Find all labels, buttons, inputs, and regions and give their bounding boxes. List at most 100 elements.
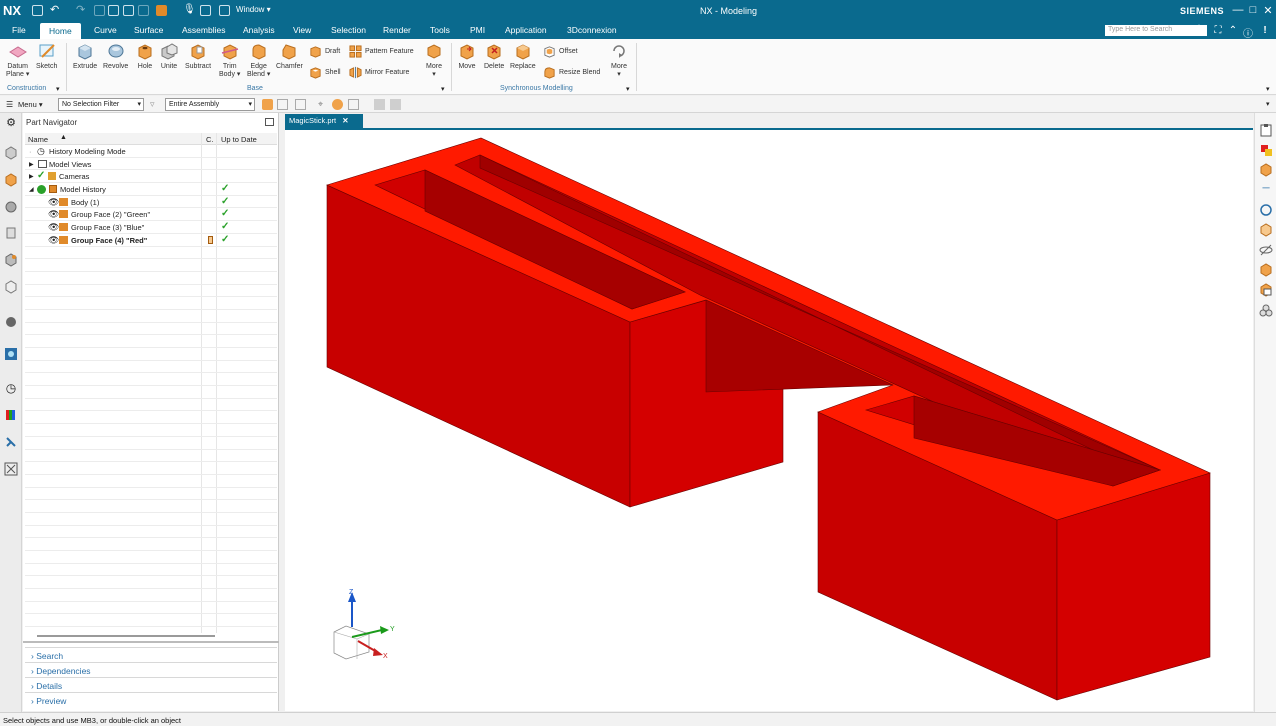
visible-eye-icon[interactable]: 👁 (48, 222, 59, 233)
chamfer-button[interactable]: Chamfer (276, 42, 303, 70)
menu-button[interactable]: Menu ▾ (18, 100, 43, 109)
details-panel[interactable]: › Details (25, 677, 277, 692)
filter-icon[interactable]: ▿ (150, 99, 161, 110)
construction-group-menu[interactable]: ▾ (56, 85, 60, 93)
redo-icon[interactable]: ↷ (76, 3, 87, 16)
tab-file[interactable]: File (12, 25, 26, 35)
tab-analysis[interactable]: Analysis (243, 25, 275, 35)
section-view-icon[interactable] (1259, 283, 1273, 297)
selection-scope-dropdown[interactable]: Entire Assembly ▾ (165, 98, 255, 111)
copy-icon[interactable] (108, 5, 119, 16)
orient-view-icon[interactable] (1259, 223, 1273, 237)
replace-face-button[interactable]: Replace (510, 42, 536, 70)
tab-pmi[interactable]: PMI (470, 25, 485, 35)
offset-button[interactable]: Offset (543, 45, 578, 58)
maximize-panel-icon[interactable] (265, 118, 274, 126)
save-icon[interactable] (32, 5, 43, 16)
tree-row[interactable]: 👁 Group Face (4) "Red" ✓ (25, 234, 277, 247)
tab-3dconnexion[interactable]: 3Dconnexion (567, 25, 617, 35)
mirror-feature-button[interactable]: Mirror Feature (349, 66, 409, 79)
hole-button[interactable]: Hole (136, 42, 154, 70)
reuse-library-icon[interactable] (4, 200, 18, 214)
sketch-button[interactable]: Sketch (36, 42, 57, 70)
show-hide-icon[interactable] (374, 99, 385, 110)
window-menu[interactable]: Window ▾ (236, 5, 271, 14)
hide-icon[interactable] (1259, 243, 1273, 257)
ribbon-options-menu[interactable]: ▾ (1266, 85, 1270, 93)
move-face-button[interactable]: Move (458, 42, 476, 70)
tab-assemblies[interactable]: Assemblies (182, 25, 225, 35)
datum-plane-button[interactable]: Datum Plane ▾ (6, 42, 29, 79)
close-tab-icon[interactable]: ✕ (342, 116, 348, 125)
search-panel[interactable]: › Search (25, 647, 277, 662)
tab-curve[interactable]: Curve (94, 25, 117, 35)
revolve-button[interactable]: Revolve (103, 42, 128, 70)
tree-row[interactable]: · ◷ History Modeling Mode (25, 145, 277, 158)
undo-icon[interactable]: ↶ (50, 3, 61, 16)
toolbar-options-menu[interactable]: ▾ (1266, 100, 1270, 108)
delete-face-button[interactable]: Delete (484, 42, 504, 70)
hamburger-icon[interactable]: ☰ (6, 100, 13, 109)
select-component-icon[interactable] (332, 99, 343, 110)
expand-icon[interactable]: ▶ (29, 173, 34, 180)
sync-group-menu[interactable]: ▾ (626, 85, 630, 93)
visible-eye-icon[interactable]: 👁 (48, 235, 59, 246)
clock-icon[interactable]: ◷ (4, 381, 18, 395)
tab-home[interactable]: Home (40, 23, 81, 39)
color-palette-icon[interactable] (4, 408, 18, 422)
history-icon[interactable] (4, 315, 18, 329)
tab-selection[interactable]: Selection (331, 25, 366, 35)
shell-button[interactable]: Shell (309, 66, 341, 79)
touch-mode-icon[interactable] (200, 5, 211, 16)
microphone-icon[interactable]: 🎙 (183, 4, 196, 15)
base-group-menu[interactable]: ▾ (441, 85, 445, 93)
horizontal-scrollbar[interactable] (37, 635, 215, 637)
tab-tools[interactable]: Tools (430, 25, 450, 35)
trim-body-button[interactable]: Trim Body ▾ (219, 42, 240, 79)
unite-button[interactable]: Unite (160, 42, 178, 70)
select-feature-icon[interactable] (262, 99, 273, 110)
alert-icon[interactable]: ! (1259, 25, 1271, 36)
expand-icon[interactable]: ▶ (29, 161, 34, 168)
shaded-view-icon[interactable] (1259, 163, 1273, 177)
tree-row[interactable]: 👁 Group Face (3) "Blue" ✓ (25, 221, 277, 234)
select-body-icon[interactable] (295, 99, 306, 110)
selection-filter-dropdown[interactable]: No Selection Filter ▾ (58, 98, 144, 111)
resize-blend-button[interactable]: Resize Blend (543, 66, 600, 79)
tab-render[interactable]: Render (383, 25, 411, 35)
collapse-ribbon-icon[interactable]: ⌃ (1227, 25, 1239, 36)
roles-icon[interactable] (4, 435, 18, 449)
extrude-button[interactable]: Extrude (73, 42, 97, 70)
web-browser-icon[interactable] (4, 280, 18, 294)
snap-point-icon[interactable]: ⌖ (318, 99, 329, 110)
edge-blend-button[interactable]: Edge Blend ▾ (247, 42, 270, 79)
subtract-button[interactable]: Subtract (185, 42, 211, 70)
select-edge-icon[interactable] (348, 99, 359, 110)
tab-application[interactable]: Application (505, 25, 547, 35)
crosshair-tools-icon[interactable] (4, 462, 18, 476)
paste-icon[interactable] (123, 5, 134, 16)
help-icon[interactable]: ⓘ (1242, 25, 1254, 40)
select-face-icon[interactable] (277, 99, 288, 110)
color-edit-icon[interactable] (1259, 143, 1273, 157)
column-c[interactable]: C. (206, 135, 214, 144)
clipboard-icon[interactable] (1259, 123, 1273, 137)
hd3d-tools-icon[interactable] (4, 253, 18, 267)
preview-panel[interactable]: › Preview (25, 692, 277, 707)
search-input[interactable]: Type Here to Search (1105, 25, 1207, 36)
document-tab[interactable]: MagicStick.prt ✕ (285, 114, 363, 128)
switch-window-icon[interactable] (219, 5, 230, 16)
fullscreen-icon[interactable]: ⛶ (1212, 25, 1224, 36)
tree-row[interactable]: 👁 Body (1) ✓ (25, 196, 277, 209)
collapse-icon[interactable]: ◢ (29, 186, 34, 193)
dependencies-panel[interactable]: › Dependencies (25, 662, 277, 677)
rotate-view-icon[interactable] (1259, 203, 1273, 217)
minimize-button[interactable]: — (1231, 4, 1245, 16)
tab-view[interactable]: View (293, 25, 311, 35)
command-finder-icon[interactable] (156, 5, 167, 16)
assembly-navigator-icon[interactable] (4, 146, 18, 160)
settings-gear-icon[interactable]: ⚙ (4, 116, 18, 130)
tree-row[interactable]: ▶ Model Views (25, 158, 277, 171)
visible-eye-icon[interactable]: 👁 (48, 209, 59, 220)
cut-icon[interactable] (94, 5, 105, 16)
